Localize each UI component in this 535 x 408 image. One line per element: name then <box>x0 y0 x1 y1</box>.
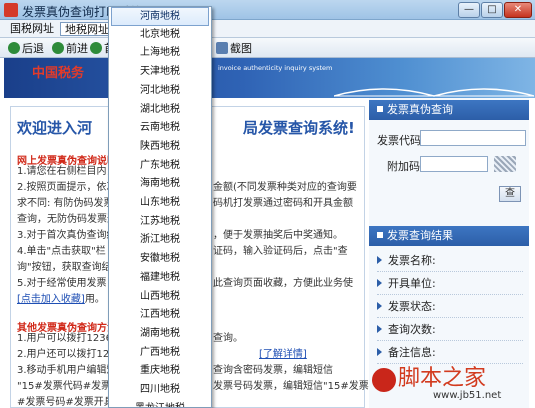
arrow-icon <box>377 256 382 264</box>
screenshot-label: 截图 <box>230 42 252 55</box>
dropdown-item[interactable]: 广西地税 <box>111 344 209 363</box>
instruction-8-tail: 此查询页面收藏，方便此业务使 <box>213 278 353 289</box>
extra-code-input[interactable] <box>420 156 488 172</box>
welcome-heading-tail: 局发票查询系统! <box>243 119 355 137</box>
dropdown-item[interactable]: 江苏地税 <box>111 213 209 232</box>
dropdown-item[interactable]: 浙江地税 <box>111 231 209 250</box>
arrow-icon <box>377 348 382 356</box>
instruction-5-tail: ，便于发票抽奖后中奖通知。 <box>213 230 343 241</box>
forward-button[interactable]: 前进 <box>52 41 88 56</box>
dropdown-item[interactable]: 北京地税 <box>111 26 209 45</box>
method-3: 3.移动手机用户编辑短 <box>17 365 117 376</box>
method-5: #发票号码#发票开具 <box>17 397 114 408</box>
web-view: 中国税务 invoice authenticity inquiry system… <box>0 58 535 408</box>
method-4-tail: 发票号码发票，编辑短信"15#发票代码 <box>213 381 389 392</box>
close-button[interactable]: ✕ <box>504 2 532 18</box>
dropdown-item[interactable]: 上海地税 <box>111 44 209 63</box>
camera-icon <box>216 42 228 54</box>
result-label: 开具单位: <box>388 277 436 290</box>
dropdown-item[interactable]: 天津地税 <box>111 63 209 82</box>
watermark-logo <box>372 368 396 392</box>
result-row: 开具单位: <box>377 273 523 295</box>
dropdown-item[interactable]: 安徽地税 <box>111 250 209 269</box>
tax-logo: 中国税务 <box>32 66 85 81</box>
watermark-text: 脚本之家 <box>398 366 487 391</box>
arrow-icon <box>377 302 382 310</box>
menu-national-tax[interactable]: 国税网址 <box>6 22 58 36</box>
instruction-5: 3.对于首次真伪查询结 <box>17 230 117 241</box>
header-bullet-icon <box>377 232 383 238</box>
menu-bar: 国税网址 地税网址 <box>0 20 535 38</box>
invoice-code-label: 发票代码 <box>377 134 421 147</box>
dropdown-item[interactable]: 河南地税 <box>111 7 209 26</box>
home-icon <box>90 42 102 54</box>
dropdown-item[interactable]: 河北地税 <box>111 82 209 101</box>
header-bullet-icon <box>377 106 383 112</box>
arrow-icon <box>377 325 382 333</box>
arrow-icon <box>377 279 382 287</box>
bridge-illustration <box>334 88 534 97</box>
result-row: 查询次数: <box>377 319 523 341</box>
region-dropdown-list[interactable]: 河南地税 北京地税 上海地税 天津地税 河北地税 湖北地税 云南地税 陕西地税 … <box>108 6 212 408</box>
dropdown-item[interactable]: 山西地税 <box>111 288 209 307</box>
result-label: 发票状态: <box>388 300 436 313</box>
add-favorite-link[interactable]: [点击加入收藏] <box>17 294 85 305</box>
instruction-7: 询"按钮，获取查询结 <box>17 262 112 273</box>
dropdown-item[interactable]: 陕西地税 <box>111 138 209 157</box>
title-bar: 发票真伪查询打印系统 — □ ✕ <box>0 0 535 20</box>
search-button[interactable]: 查 <box>499 186 521 202</box>
back-label: 后退 <box>22 42 44 55</box>
toolbar: 后退 前进 首 截图 <box>0 38 535 58</box>
forward-arrow-icon <box>52 42 64 54</box>
dropdown-item[interactable]: 山东地税 <box>111 194 209 213</box>
minimize-button[interactable]: — <box>458 2 480 18</box>
dropdown-item[interactable]: 江西地税 <box>111 306 209 325</box>
instruction-9: [点击加入收藏]用。 <box>17 292 105 309</box>
watermark-url: www.jb51.net <box>433 390 502 401</box>
result-row: 发票名称: <box>377 250 523 272</box>
app-icon <box>4 3 18 17</box>
result-label: 发票名称: <box>388 254 436 267</box>
extra-code-label: 附加码 <box>387 160 420 173</box>
method-1-tail: 查询。 <box>213 333 243 344</box>
back-button[interactable]: 后退 <box>8 41 44 56</box>
instruction-6: 4.单击"点击获取"栏 <box>17 246 106 257</box>
query-header-label: 发票真伪查询 <box>387 103 453 116</box>
method-3-tail: 查询含密码发票，编辑短信 <box>213 365 333 376</box>
welcome-heading: 欢迎进入河 <box>17 119 93 137</box>
dropdown-item[interactable]: 四川地税 <box>111 381 209 400</box>
instruction-3: 求不同: 有防伪码发票 <box>17 198 114 209</box>
invoice-code-input[interactable] <box>420 130 526 146</box>
dropdown-item[interactable]: 重庆地税 <box>111 362 209 381</box>
result-row: 发票状态: <box>377 296 523 318</box>
result-label: 备注信息: <box>388 346 436 359</box>
result-label: 查询次数: <box>388 323 436 336</box>
captcha-image[interactable] <box>494 156 516 172</box>
instruction-6-tail: 证码，输入验证码后，点击"查 <box>213 246 348 257</box>
learn-more-link[interactable]: [了解详情] <box>259 347 307 364</box>
instruction-2-tail: 金额(不同发票种类对应的查询要 <box>213 182 357 193</box>
screenshot-button[interactable]: 截图 <box>216 41 252 56</box>
site-banner: 中国税务 invoice authenticity inquiry system <box>4 58 535 98</box>
dropdown-item[interactable]: 云南地税 <box>111 119 209 138</box>
dropdown-item[interactable]: 湖南地税 <box>111 325 209 344</box>
instruction-4: 查询，无防伪码发票通 <box>17 214 117 225</box>
instruction-9-tail: 用。 <box>84 294 105 305</box>
dropdown-item[interactable]: 湖北地税 <box>111 101 209 120</box>
menu-local-tax[interactable]: 地税网址 <box>60 22 114 36</box>
instruction-8: 5.对于经常使用发票 <box>17 278 107 289</box>
back-arrow-icon <box>8 42 20 54</box>
result-header-label: 发票查询结果 <box>387 229 453 242</box>
query-panel-header: 发票真伪查询 <box>369 100 529 120</box>
dropdown-item[interactable]: 福建地税 <box>111 269 209 288</box>
maximize-button[interactable]: □ <box>481 2 503 18</box>
banner-english-subtitle: invoice authenticity inquiry system <box>218 64 333 72</box>
dropdown-item[interactable]: 海南地税 <box>111 175 209 194</box>
forward-label: 前进 <box>66 42 88 55</box>
instruction-3-tail: 码机打发票通过密码和开具金额 <box>213 198 353 209</box>
instruction-2: 2.按照页面提示，依次 <box>17 182 117 193</box>
dropdown-item[interactable]: 广东地税 <box>111 157 209 176</box>
dropdown-item[interactable]: 黑龙江地税 <box>111 400 209 407</box>
result-panel-header: 发票查询结果 <box>369 226 529 246</box>
